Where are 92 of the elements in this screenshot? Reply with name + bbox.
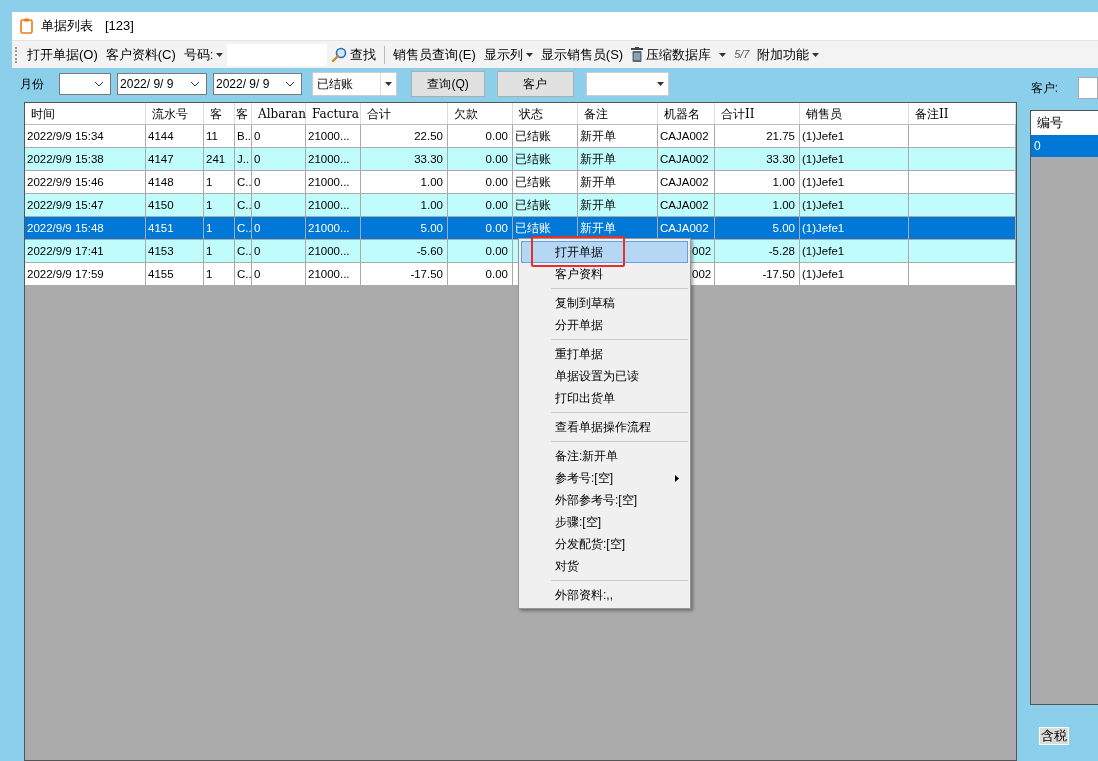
table-cell: 已结账 — [515, 176, 551, 188]
table-cell: -5.28 — [768, 245, 795, 257]
table-cell: 2022/9/9 15:47 — [27, 199, 104, 211]
table-cell: 21.75 — [766, 130, 795, 142]
table-cell: 22.50 — [414, 130, 443, 142]
table-cell: 21000... — [308, 130, 350, 142]
table-cell: 已结账 — [515, 222, 551, 234]
table-cell: 0 — [254, 176, 261, 188]
table-cell: 1 — [206, 222, 213, 234]
table-cell: 0 — [254, 245, 261, 257]
table-cell: 新开单 — [580, 176, 616, 188]
table-cell: 1.00 — [772, 199, 795, 211]
table-cell: 0.00 — [485, 130, 508, 142]
window-title: 单据列表 — [41, 17, 93, 36]
table-cell: 新开单 — [580, 199, 616, 211]
table-cell: 0 — [254, 222, 261, 234]
table-cell: 4151 — [148, 222, 174, 234]
table-cell: 002 — [692, 245, 712, 257]
record-count: [123] — [105, 17, 134, 36]
table-cell: -17.50 — [762, 268, 795, 280]
table-cell: 1 — [206, 268, 213, 280]
table-cell: 2022/9/9 15:38 — [27, 153, 104, 165]
table-cell: (1)Jefe1 — [802, 268, 845, 280]
table-cell: 新开单 — [580, 130, 616, 142]
table-cell: 已结账 — [515, 199, 551, 211]
table-cell: J.. — [237, 153, 250, 165]
table-cell: 新开单 — [580, 153, 616, 165]
table-cell: CAJA002 — [660, 130, 709, 142]
table-cell: 已结账 — [515, 130, 551, 142]
table-cell: C.. — [237, 176, 251, 188]
table-cell: 4148 — [148, 176, 174, 188]
table-cell: C.. — [237, 268, 251, 280]
table-cell: 0 — [254, 130, 261, 142]
table-cell: (1)Jefe1 — [802, 199, 845, 211]
table-cell: 4153 — [148, 245, 174, 257]
table-cell: 1 — [206, 199, 213, 211]
table-cell: 2022/9/9 15:48 — [27, 222, 104, 234]
table-cell: 2022/9/9 17:41 — [27, 245, 104, 257]
table-cell: 33.30 — [766, 153, 795, 165]
table-cell: (1)Jefe1 — [802, 176, 845, 188]
table-cell: (1)Jefe1 — [802, 130, 845, 142]
table-cell: 33.30 — [414, 153, 443, 165]
table-cell: 0.00 — [485, 199, 508, 211]
table-cell: CAJA002 — [660, 222, 709, 234]
table-cell: 2022/9/9 15:34 — [27, 130, 104, 142]
table-cell: 11 — [206, 130, 218, 142]
table-cell: 0.00 — [485, 268, 508, 280]
table-cell: 0.00 — [485, 153, 508, 165]
table-cell: CAJA002 — [660, 199, 709, 211]
table-cell: 5.00 — [772, 222, 795, 234]
table-cell: 5.00 — [420, 222, 443, 234]
table-cell: 已结账 — [515, 153, 551, 165]
table-cell: C.. — [237, 222, 251, 234]
table-cell: 4147 — [148, 153, 174, 165]
table-cell: 21000... — [308, 153, 350, 165]
table-cell: 2022/9/9 15:46 — [27, 176, 104, 188]
table-cell: 21000... — [308, 199, 350, 211]
table-cell: (1)Jefe1 — [802, 153, 845, 165]
month-label: 月份 — [20, 76, 45, 93]
table-cell: 21000... — [308, 268, 350, 280]
table-cell: 0.00 — [485, 176, 508, 188]
table-cell: 0 — [254, 268, 261, 280]
table-cell: 1.00 — [420, 199, 443, 211]
table-cell: 0.00 — [485, 222, 508, 234]
table-cell: 1.00 — [420, 176, 443, 188]
table-cell: 21000... — [308, 176, 350, 188]
table-cell: 002 — [692, 268, 712, 280]
table-cell: 1 — [206, 245, 213, 257]
table-cell: C.. — [237, 245, 251, 257]
table-cell: -5.60 — [416, 245, 443, 257]
table-cell: 新开单 — [580, 222, 616, 234]
table-cell: 21000... — [308, 245, 350, 257]
page-indicator: 5/7 — [733, 47, 751, 63]
table-cell: 0.00 — [485, 245, 508, 257]
table-cell: 4155 — [148, 268, 174, 280]
table-cell: -17.50 — [410, 268, 443, 280]
table-cell: 2022/9/9 17:59 — [27, 268, 104, 280]
table-cell: 0 — [254, 153, 261, 165]
table-cell: 0 — [254, 199, 261, 211]
table-cell: 4144 — [148, 130, 174, 142]
table-cell: C.. — [237, 199, 251, 211]
table-cell: B.. — [237, 130, 251, 142]
table-cell: 4150 — [148, 199, 174, 211]
table-cell: 1 — [206, 176, 213, 188]
customer-label: 客户: — [1030, 80, 1058, 97]
table-cell: 241 — [206, 153, 226, 165]
table-cell: 21000... — [308, 222, 350, 234]
table-cell: (1)Jefe1 — [802, 222, 845, 234]
table-cell: CAJA002 — [660, 153, 709, 165]
table-cell: CAJA002 — [660, 176, 709, 188]
table-cell: 1.00 — [772, 176, 795, 188]
table-cell: (1)Jefe1 — [802, 245, 845, 257]
